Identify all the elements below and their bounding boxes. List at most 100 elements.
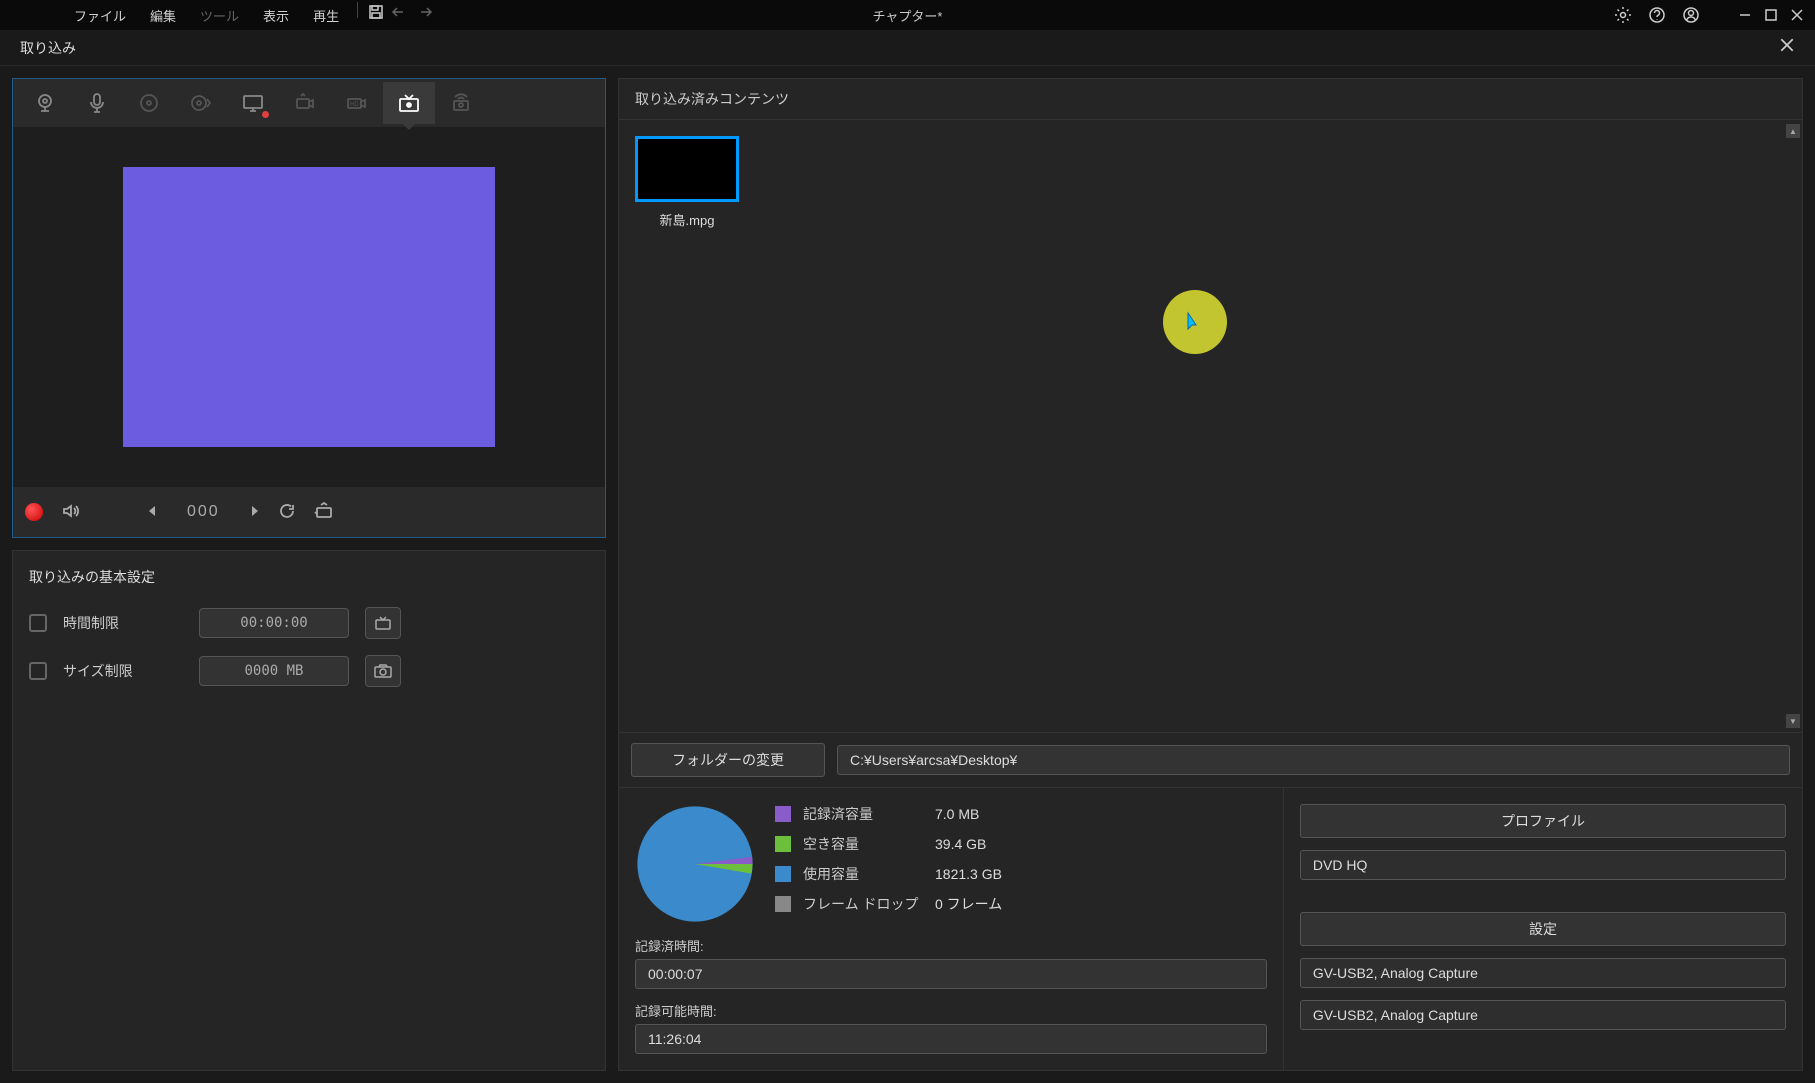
- gear-icon[interactable]: [1613, 5, 1633, 25]
- swatch-framedrop: [775, 896, 791, 912]
- source-tv-icon[interactable]: [383, 82, 435, 124]
- change-folder-button[interactable]: フォルダーの変更: [631, 743, 825, 777]
- window-title: チャプター*: [873, 6, 943, 25]
- menu-view[interactable]: 表示: [253, 2, 299, 29]
- size-limit-row: サイズ制限 0000 MB: [29, 655, 589, 687]
- storage-legend: 記録済容量 7.0 MB 空き容量 39.4 GB 使用容量: [775, 804, 1267, 924]
- available-time-value: 11:26:04: [635, 1024, 1267, 1054]
- close-icon[interactable]: [1787, 5, 1807, 25]
- storage-panel: 記録済容量 7.0 MB 空き容量 39.4 GB 使用容量: [619, 788, 1284, 1070]
- menu-play[interactable]: 再生: [303, 2, 349, 29]
- capture-panel: HD 000: [12, 78, 606, 538]
- main-content: HD 000: [0, 66, 1815, 1083]
- used-value: 1821.3 GB: [935, 866, 1002, 882]
- bottom-section: フォルダーの変更 C:¥Users¥arcsa¥Desktop¥: [619, 732, 1802, 1070]
- menu-edit[interactable]: 編集: [140, 2, 186, 29]
- profile-value[interactable]: DVD HQ: [1300, 850, 1786, 880]
- time-limit-checkbox[interactable]: [29, 614, 47, 632]
- swatch-recorded: [775, 806, 791, 822]
- device-settings-button[interactable]: 設定: [1300, 912, 1786, 946]
- source-broadcast-icon[interactable]: [435, 82, 487, 124]
- capture-settings-panel: 取り込みの基本設定 時間制限 00:00:00 サイズ制限 0000 MB: [12, 550, 606, 1071]
- time-limit-input[interactable]: 00:00:00: [199, 608, 349, 638]
- counter-display: 000: [187, 503, 220, 521]
- info-section: 記録済容量 7.0 MB 空き容量 39.4 GB 使用容量: [619, 787, 1802, 1070]
- time-limit-label: 時間制限: [63, 613, 183, 633]
- used-label: 使用容量: [803, 864, 923, 884]
- control-bar: 000: [13, 487, 605, 537]
- save-icon[interactable]: [366, 2, 386, 22]
- recorded-time-value: 00:00:07: [635, 959, 1267, 989]
- snapshot-icon[interactable]: [365, 655, 401, 687]
- source-dv-icon[interactable]: [279, 82, 331, 124]
- size-limit-input[interactable]: 0000 MB: [199, 656, 349, 686]
- preview-video: [123, 167, 495, 447]
- thumbnail-item: 新島.mpg: [635, 136, 739, 229]
- menu-tool: ツール: [190, 2, 249, 29]
- recorded-label: 記録済容量: [803, 804, 923, 824]
- legend-recorded: 記録済容量 7.0 MB: [775, 804, 1267, 824]
- prev-icon[interactable]: [147, 503, 163, 522]
- profile-button[interactable]: プロファイル: [1300, 804, 1786, 838]
- legend-framedrop: フレーム ドロップ 0 フレーム: [775, 894, 1267, 914]
- source-screen-icon[interactable]: [227, 82, 279, 124]
- cursor-highlight: [1163, 290, 1227, 354]
- captured-content-header: 取り込み済みコンテンツ: [619, 79, 1802, 120]
- source-disc-import-icon[interactable]: [175, 82, 227, 124]
- source-cd-icon[interactable]: [123, 82, 175, 124]
- framedrop-value: 0 フレーム: [935, 894, 1002, 914]
- eject-icon[interactable]: [314, 502, 334, 523]
- sub-header-title: 取り込み: [20, 38, 76, 58]
- sub-header-close-icon[interactable]: [1779, 37, 1795, 58]
- folder-row: フォルダーの変更 C:¥Users¥arcsa¥Desktop¥: [619, 733, 1802, 787]
- undo-icon[interactable]: [390, 2, 410, 22]
- source-mic-icon[interactable]: [71, 82, 123, 124]
- recorded-value: 7.0 MB: [935, 806, 979, 822]
- tv-settings-icon[interactable]: [365, 607, 401, 639]
- account-icon[interactable]: [1681, 5, 1701, 25]
- free-label: 空き容量: [803, 834, 923, 854]
- right-panel: 取り込み済みコンテンツ 新島.mpg ▲ ▼ フォルダーの変更 C:¥Users…: [618, 78, 1803, 1071]
- maximize-icon[interactable]: [1761, 5, 1781, 25]
- device2-field[interactable]: GV-USB2, Analog Capture: [1300, 1000, 1786, 1030]
- menu-divider: [357, 2, 358, 18]
- title-bar: ファイル 編集 ツール 表示 再生 チャプター*: [0, 0, 1815, 30]
- record-button[interactable]: [25, 503, 43, 521]
- folder-path-field[interactable]: C:¥Users¥arcsa¥Desktop¥: [837, 745, 1790, 775]
- captured-content-grid: 新島.mpg ▲ ▼: [619, 120, 1802, 732]
- recorded-time-label: 記録済時間:: [635, 936, 1267, 955]
- settings-title: 取り込みの基本設定: [29, 567, 589, 587]
- device1-field[interactable]: GV-USB2, Analog Capture: [1300, 958, 1786, 988]
- free-value: 39.4 GB: [935, 836, 986, 852]
- time-limit-row: 時間制限 00:00:00: [29, 607, 589, 639]
- swatch-free: [775, 836, 791, 852]
- redo-icon[interactable]: [414, 2, 434, 22]
- size-limit-label: サイズ制限: [63, 661, 183, 681]
- source-hdv-icon[interactable]: HD: [331, 82, 383, 124]
- main-menu: ファイル 編集 ツール 表示 再生: [64, 2, 434, 29]
- next-icon[interactable]: [244, 503, 260, 522]
- swatch-used: [775, 866, 791, 882]
- refresh-icon[interactable]: [278, 502, 296, 523]
- thumbnail-preview[interactable]: [635, 136, 739, 202]
- size-limit-checkbox[interactable]: [29, 662, 47, 680]
- volume-icon[interactable]: [61, 501, 81, 524]
- svg-text:HD: HD: [350, 102, 359, 108]
- minimize-icon[interactable]: [1735, 5, 1755, 25]
- preview-area: [13, 127, 605, 487]
- title-right-controls: [1613, 5, 1807, 25]
- scrollbar-vertical[interactable]: ▲ ▼: [1786, 124, 1800, 728]
- sub-header: 取り込み: [0, 30, 1815, 66]
- menu-file[interactable]: ファイル: [64, 2, 136, 29]
- scroll-up-icon[interactable]: ▲: [1786, 124, 1800, 138]
- left-panel: HD 000: [12, 78, 606, 1071]
- profile-panel: プロファイル DVD HQ 設定 GV-USB2, Analog Capture…: [1284, 788, 1802, 1070]
- source-webcam-icon[interactable]: [19, 82, 71, 124]
- scroll-down-icon[interactable]: ▼: [1786, 714, 1800, 728]
- framedrop-label: フレーム ドロップ: [803, 894, 923, 914]
- storage-pie-chart: [635, 804, 755, 924]
- legend-free: 空き容量 39.4 GB: [775, 834, 1267, 854]
- legend-used: 使用容量 1821.3 GB: [775, 864, 1267, 884]
- help-icon[interactable]: [1647, 5, 1667, 25]
- thumbnail-label: 新島.mpg: [660, 210, 715, 229]
